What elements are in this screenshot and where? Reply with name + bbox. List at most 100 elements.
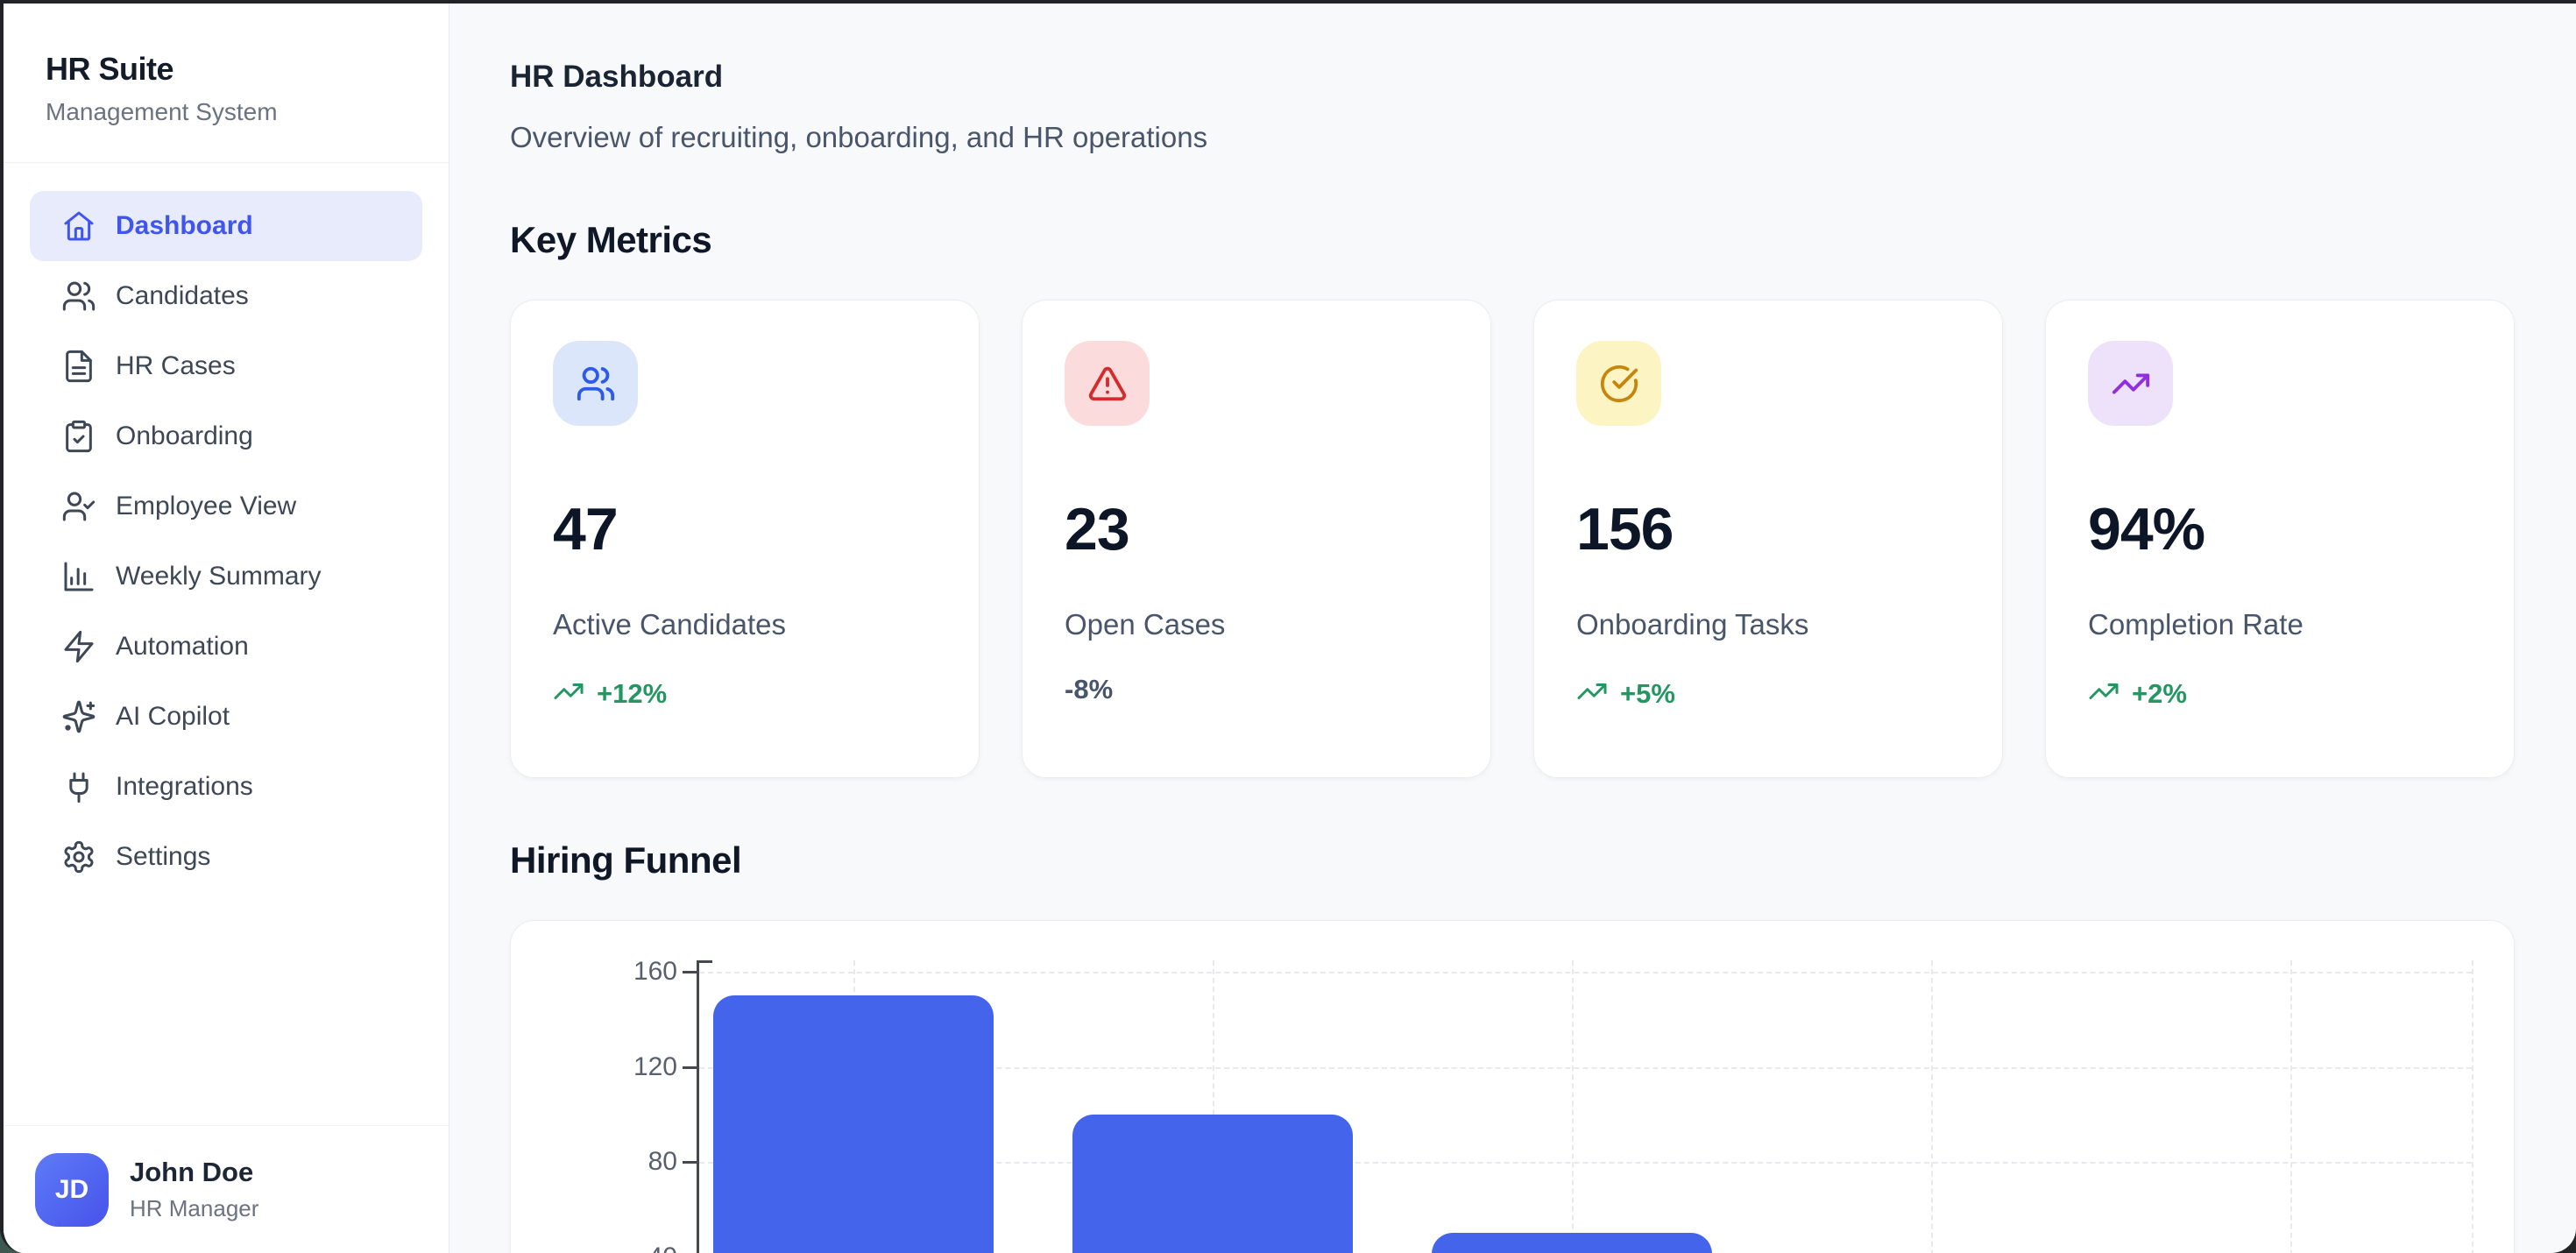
metric-label: Completion Rate [2088, 610, 2472, 639]
main-content: HR Dashboard Overview of recruiting, onb… [450, 4, 2576, 1253]
sidebar-item-settings[interactable]: Settings [30, 822, 422, 892]
brand-header: HR Suite Management System [4, 4, 449, 163]
sidebar-item-integrations[interactable]: Integrations [30, 752, 422, 822]
user-info: John Doe HR Manager [130, 1157, 258, 1222]
nav-item-label: Weekly Summary [116, 562, 322, 591]
y-tick-label: 160 [511, 957, 677, 987]
users-icon [61, 279, 96, 314]
metric-label: Onboarding Tasks [1576, 610, 1960, 639]
metric-trend-value: +2% [2132, 680, 2187, 707]
page-subtitle: Overview of recruiting, onboarding, and … [510, 121, 2515, 154]
y-axis-tick [683, 1161, 697, 1164]
settings-gear-icon [61, 839, 96, 874]
home-icon [61, 209, 96, 244]
metric-trend: +2% [2088, 676, 2472, 711]
trending-up-icon [553, 676, 584, 707]
clipboard-check-icon [61, 419, 96, 454]
app-title: HR Suite [46, 51, 449, 88]
user-check-icon [61, 489, 96, 524]
nav-item-label: Dashboard [116, 211, 253, 241]
y-tick-label: 40 [511, 1242, 677, 1253]
sidebar-item-hr-cases[interactable]: HR Cases [30, 331, 422, 401]
metric-label: Open Cases [1065, 610, 1448, 639]
y-axis-tick [683, 1066, 697, 1069]
trending-up-icon [2111, 364, 2151, 404]
nav-item-label: Employee View [116, 492, 296, 521]
metric-card-onboarding-tasks: 156 Onboarding Tasks +5% [1533, 300, 2003, 778]
metric-trend-value: -8% [1065, 676, 1113, 703]
check-circle-icon [1599, 364, 1639, 404]
sidebar-item-automation[interactable]: Automation [30, 612, 422, 682]
metric-label: Active Candidates [553, 610, 937, 639]
metric-card-active-candidates: 47 Active Candidates +12% [510, 300, 980, 778]
x-gridline [2290, 960, 2292, 1253]
y-gridline [699, 972, 2472, 973]
sidebar-item-onboarding[interactable]: Onboarding [30, 401, 422, 471]
metric-trend-value: +5% [1620, 680, 1675, 707]
plug-icon [61, 769, 96, 804]
plot-right-boundary [2472, 960, 2473, 1253]
nav-item-label: HR Cases [116, 351, 236, 381]
trending-up-icon [2088, 676, 2120, 711]
metric-trend: +5% [1576, 676, 1960, 711]
sidebar-item-employee-view[interactable]: Employee View [30, 471, 422, 542]
user-name: John Doe [130, 1157, 258, 1188]
trending-up-icon [553, 676, 584, 711]
sidebar-item-dashboard[interactable]: Dashboard [30, 191, 422, 261]
trending-up-icon [1576, 676, 1608, 711]
hiring-funnel-chart: 160 120 80 40 [510, 920, 2515, 1253]
funnel-bar [1432, 1233, 1712, 1253]
zap-icon [61, 629, 96, 664]
trending-up-icon [1576, 676, 1608, 707]
zap-icon [61, 629, 96, 664]
alert-triangle-icon [1087, 364, 1128, 404]
y-tick-label: 80 [511, 1147, 677, 1177]
trending-up-icon-tile [2088, 341, 2173, 426]
metric-card-completion-rate: 94% Completion Rate +2% [2045, 300, 2515, 778]
nav-item-label: Automation [116, 632, 249, 662]
app-window: HR Suite Management System Dashboard Can… [0, 0, 2576, 1253]
users-icon [576, 364, 616, 404]
check-circle-icon-tile [1576, 341, 1661, 426]
sidebar-item-weekly-summary[interactable]: Weekly Summary [30, 542, 422, 612]
file-text-icon [61, 349, 96, 384]
metric-card-open-cases: 23 Open Cases -8% [1022, 300, 1491, 778]
settings-gear-icon [61, 839, 96, 874]
plug-icon [61, 769, 96, 804]
app-subtitle: Management System [46, 98, 449, 126]
metric-value: 94% [2088, 499, 2472, 559]
metric-trend: +12% [553, 676, 937, 711]
y-tick-label: 120 [511, 1052, 677, 1082]
sidebar-item-candidates[interactable]: Candidates [30, 261, 422, 331]
metric-trend-value: +12% [597, 680, 667, 707]
alert-triangle-icon-tile [1065, 341, 1150, 426]
nav-item-label: Settings [116, 842, 210, 872]
metric-value: 23 [1065, 499, 1448, 559]
file-text-icon [61, 349, 96, 384]
metrics-grid: 47 Active Candidates +12% 23 Open Cases … [510, 300, 2515, 778]
sidebar-item-ai-copilot[interactable]: AI Copilot [30, 682, 422, 752]
sparkles-icon [61, 699, 96, 734]
hiring-funnel-heading: Hiring Funnel [510, 839, 2515, 881]
nav-item-label: AI Copilot [116, 702, 230, 732]
sparkles-icon [61, 699, 96, 734]
nav-item-label: Onboarding [116, 421, 253, 451]
y-axis-line [697, 960, 699, 1253]
metric-value: 156 [1576, 499, 1960, 559]
clipboard-check-icon [61, 419, 96, 454]
sidebar: HR Suite Management System Dashboard Can… [4, 4, 449, 1253]
bar-chart-icon [61, 559, 96, 594]
nav-item-label: Candidates [116, 281, 249, 311]
user-role: HR Manager [130, 1195, 258, 1222]
users-icon-tile [553, 341, 638, 426]
metric-trend: -8% [1065, 676, 1448, 703]
sidebar-nav: Dashboard Candidates HR Cases Onboarding… [4, 163, 449, 892]
page-title: HR Dashboard [510, 60, 2515, 95]
avatar: JD [35, 1153, 109, 1227]
metric-value: 47 [553, 499, 937, 559]
y-axis-tick [683, 971, 697, 973]
funnel-bar [1072, 1115, 1353, 1253]
user-profile[interactable]: JD John Doe HR Manager [4, 1125, 449, 1253]
x-gridline [1931, 960, 1933, 1253]
x-gridline [1572, 960, 1574, 1253]
